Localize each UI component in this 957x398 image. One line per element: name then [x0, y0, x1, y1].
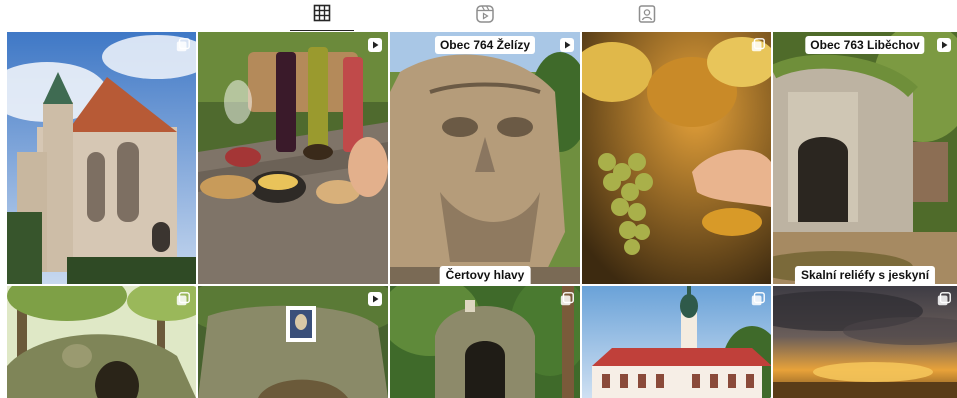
rock-chapel-photo	[773, 32, 957, 284]
post-vineyard-grapes[interactable]	[582, 32, 771, 284]
carousel-icon	[751, 38, 765, 52]
post-forest-rock-relief[interactable]	[7, 286, 196, 398]
tab-reels[interactable]	[465, 0, 505, 32]
post-carved-rock-face[interactable]: Obec 764 Želízy Čertovy hlavy	[390, 32, 580, 284]
forest-relief-photo	[7, 286, 196, 398]
posts-grid: Obec 764 Želízy Čertovy hlavy Obec 763 L…	[7, 32, 957, 398]
carousel-icon	[560, 292, 574, 306]
play-icon	[368, 292, 382, 306]
rock-shrine-photo	[198, 286, 388, 398]
post-caption-top: Obec 764 Želízy	[434, 36, 536, 54]
post-caption-top: Obec 763 Liběchov	[805, 36, 925, 54]
grapes-photo	[582, 32, 771, 284]
post-wine-tasting[interactable]	[198, 32, 388, 284]
sunset-photo	[773, 286, 957, 398]
rock-face-photo	[390, 32, 580, 284]
tab-posts[interactable]	[290, 0, 354, 32]
play-icon	[560, 38, 574, 52]
rock-grotto-photo	[390, 286, 580, 398]
play-icon	[368, 38, 382, 52]
reels-icon	[476, 5, 494, 23]
play-icon	[937, 38, 951, 52]
post-baroque-chateau[interactable]	[582, 286, 771, 398]
carousel-icon	[176, 38, 190, 52]
carousel-icon	[751, 292, 765, 306]
post-caption-bottom: Skalní reliéfy s jeskyní	[794, 266, 936, 284]
post-rock-chapel[interactable]: Obec 763 Liběchov Skalní reliéfy s jesky…	[773, 32, 957, 284]
wine-photo	[198, 32, 388, 284]
carousel-icon	[937, 292, 951, 306]
tab-tagged[interactable]	[627, 0, 667, 32]
carousel-icon	[176, 292, 190, 306]
post-rock-grotto[interactable]	[390, 286, 580, 398]
post-rock-shrine-painting[interactable]	[198, 286, 388, 398]
post-sunset-landscape[interactable]	[773, 286, 957, 398]
grid-icon	[313, 4, 331, 22]
post-gothic-church[interactable]	[7, 32, 196, 284]
chateau-photo	[582, 286, 771, 398]
church-photo	[7, 32, 196, 284]
post-caption-bottom: Čertovy hlavy	[439, 266, 531, 284]
tagged-user-icon	[638, 5, 656, 23]
profile-tabs	[0, 0, 957, 32]
